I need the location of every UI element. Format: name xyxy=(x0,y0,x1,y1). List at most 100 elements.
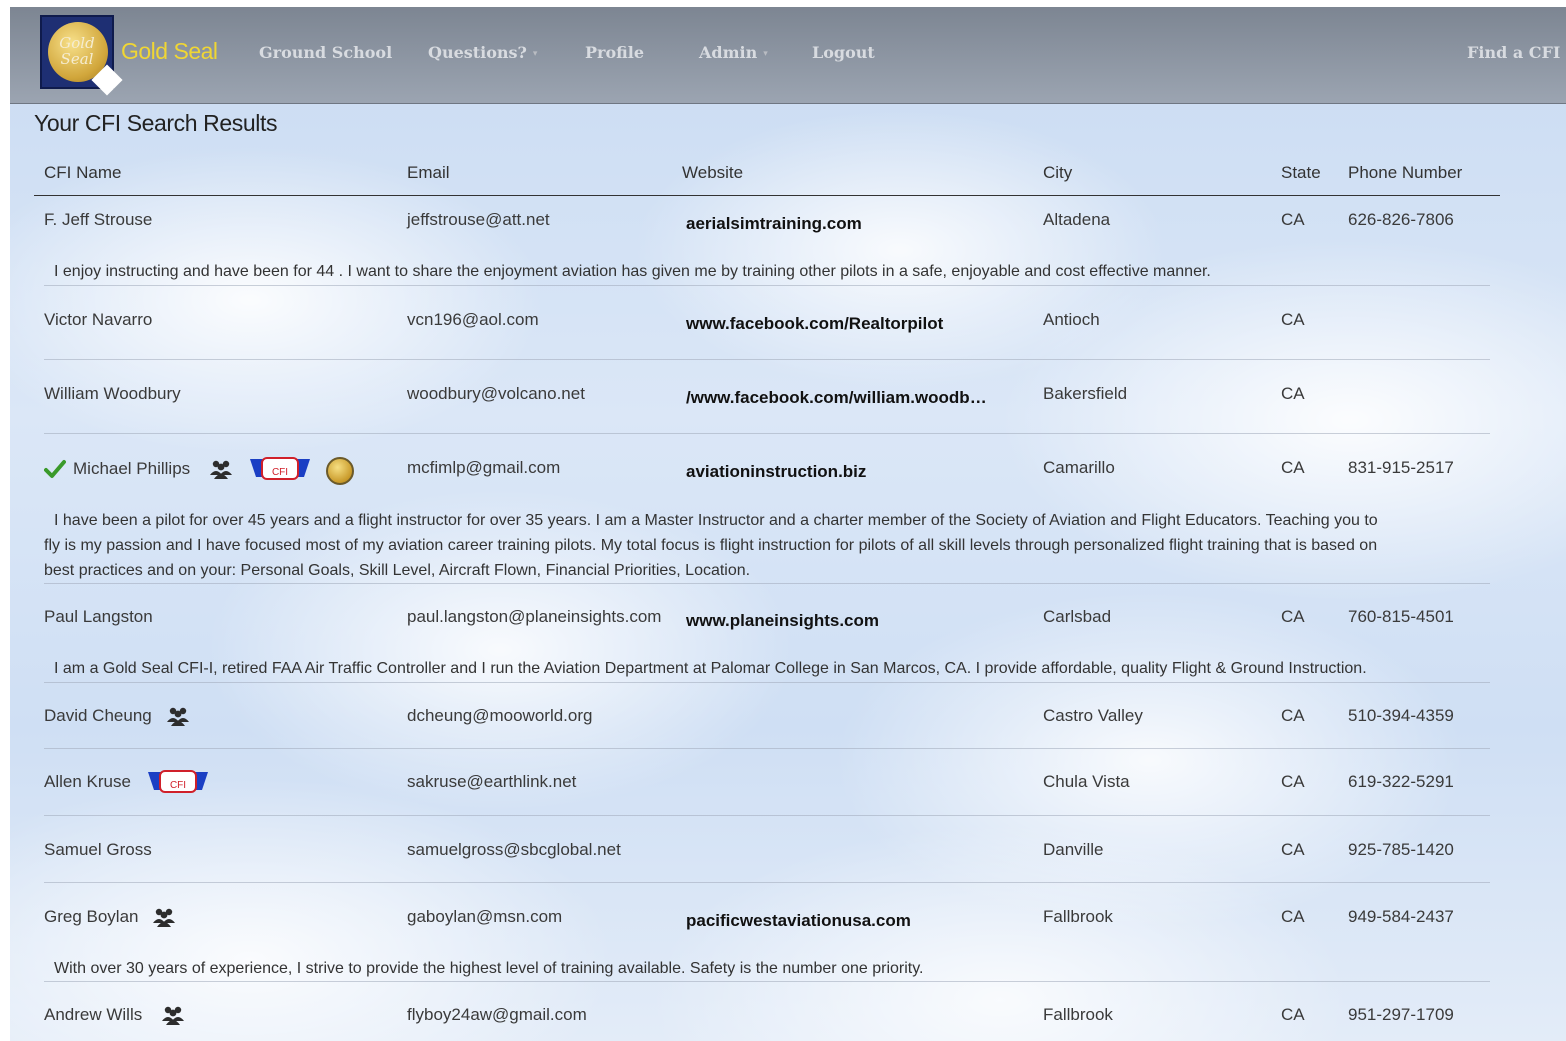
page-title: Your CFI Search Results xyxy=(34,110,278,136)
cfi-name[interactable]: Samuel Gross xyxy=(44,840,152,860)
nav-questions[interactable]: Questions? ▾ xyxy=(428,43,537,62)
cfi-description: With over 30 years of experience, I stri… xyxy=(54,960,924,977)
cfi-state: CA xyxy=(1281,384,1305,403)
master-cfi-badge-text: CFI xyxy=(170,780,186,791)
cfi-city: Danville xyxy=(1043,840,1104,859)
cfi-email[interactable]: dcheung@mooworld.org xyxy=(407,706,592,726)
nav-ground-school[interactable]: Ground School xyxy=(259,43,392,62)
cfi-phone: 510-394-4359 xyxy=(1348,706,1454,725)
cfi-state: CA xyxy=(1281,310,1305,329)
column-header-name: CFI Name xyxy=(44,163,122,182)
cfi-city: Castro Valley xyxy=(1043,706,1143,725)
column-header-phone: Phone Number xyxy=(1348,163,1463,182)
cfi-city: Antioch xyxy=(1043,310,1100,329)
cfi-city: Carlsbad xyxy=(1043,607,1112,626)
cfi-state: CA xyxy=(1281,1005,1305,1024)
window-frame-top xyxy=(0,0,1566,7)
cfi-email[interactable]: vcn196@aol.com xyxy=(407,310,539,330)
cfi-email[interactable]: gaboylan@msn.com xyxy=(407,907,562,927)
cfi-email[interactable]: jeffstrouse@att.net xyxy=(407,210,550,230)
column-header-city: City xyxy=(1043,163,1073,182)
cfi-phone: 951-297-1709 xyxy=(1348,1005,1454,1024)
cfi-city: Chula Vista xyxy=(1043,772,1130,791)
cfi-state: CA xyxy=(1281,907,1305,926)
column-header-state: State xyxy=(1281,163,1321,182)
cfi-email[interactable]: sakruse@earthlink.net xyxy=(407,772,576,792)
nav-logout-label: Logout xyxy=(812,43,875,62)
cfi-name[interactable]: David Cheung xyxy=(44,706,152,726)
cfi-state: CA xyxy=(1281,772,1305,791)
row-divider xyxy=(44,882,1490,883)
cfi-website[interactable]: aerialsimtraining.com xyxy=(686,214,862,234)
group-instructor-icon xyxy=(167,707,189,726)
nav-find-cfi[interactable]: Find a CFI xyxy=(1467,43,1560,62)
cfi-website[interactable]: www.planeinsights.com xyxy=(686,611,879,631)
cfi-city: Altadena xyxy=(1043,210,1111,229)
top-navbar: Gold Seal Gold Seal Ground School Questi… xyxy=(10,7,1566,104)
cfi-name[interactable]: William Woodbury xyxy=(44,384,181,404)
chevron-down-icon: ▾ xyxy=(763,48,768,59)
verified-check-icon xyxy=(44,460,66,478)
cfi-name[interactable]: F. Jeff Strouse xyxy=(44,210,152,230)
cfi-phone: 949-584-2437 xyxy=(1348,907,1454,926)
master-cfi-badge-text: CFI xyxy=(272,467,288,478)
cfi-website[interactable]: aviationinstruction.biz xyxy=(686,462,866,482)
cfi-name[interactable]: Allen Kruse xyxy=(44,772,131,792)
cfi-state: CA xyxy=(1281,840,1305,859)
group-instructor-icon xyxy=(153,908,175,927)
window-frame-left xyxy=(0,0,10,1041)
cfi-name[interactable]: Michael Phillips xyxy=(73,459,190,479)
gold-seal-logo[interactable]: Gold Seal xyxy=(40,15,123,96)
nav-find-cfi-label: Find a CFI xyxy=(1467,43,1561,62)
cfi-city: Camarillo xyxy=(1043,458,1115,477)
cfi-state: CA xyxy=(1281,706,1305,725)
group-instructor-icon xyxy=(210,460,232,479)
cfi-phone: 760-815-4501 xyxy=(1348,607,1454,626)
cfi-state: CA xyxy=(1281,607,1305,626)
cfi-phone: 831-915-2517 xyxy=(1348,458,1454,477)
logo-text-line1: Gold xyxy=(59,34,95,52)
cfi-phone: 925-785-1420 xyxy=(1348,840,1454,859)
chevron-down-icon: ▾ xyxy=(532,48,538,59)
group-instructor-icon xyxy=(162,1006,184,1025)
cfi-email[interactable]: samuelgross@sbcglobal.net xyxy=(407,840,621,860)
row-divider xyxy=(44,433,1490,434)
cfi-city: Fallbrook xyxy=(1043,907,1113,926)
row-divider xyxy=(44,285,1490,286)
nav-logout[interactable]: Logout xyxy=(812,43,875,62)
row-divider xyxy=(44,682,1490,683)
master-cfi-badge-icon: CFI xyxy=(250,457,310,480)
cfi-description-line: fly is my passion and I have focused mos… xyxy=(44,537,1378,554)
nav-profile[interactable]: Profile xyxy=(585,43,644,62)
nav-admin[interactable]: Admin ▾ xyxy=(699,43,768,62)
nav-admin-label: Admin xyxy=(699,43,758,62)
row-divider xyxy=(44,359,1490,360)
cfi-state: CA xyxy=(1281,458,1305,477)
cfi-email[interactable]: paul.langston@planeinsights.com xyxy=(407,607,661,627)
cfi-website[interactable]: pacificwestaviationusa.com xyxy=(686,911,911,931)
gold-seal-icon xyxy=(326,457,354,485)
cfi-phone: 619-322-5291 xyxy=(1348,772,1454,791)
cfi-email[interactable]: mcfimlp@gmail.com xyxy=(407,458,560,478)
nav-ground-school-label: Ground School xyxy=(259,43,393,62)
cfi-email[interactable]: flyboy24aw@gmail.com xyxy=(407,1005,587,1025)
cfi-website[interactable]: www.facebook.com/Realtorpilot xyxy=(686,314,943,334)
cfi-website[interactable]: /www.facebook.com/william.woodb… xyxy=(686,388,987,408)
cfi-name[interactable]: Victor Navarro xyxy=(44,310,152,330)
header-divider xyxy=(34,195,1500,196)
brand-link[interactable]: Gold Seal xyxy=(121,38,218,65)
logo-text: Gold Seal xyxy=(42,35,112,67)
logo-text-line2: Seal xyxy=(60,50,94,68)
cfi-email[interactable]: woodbury@volcano.net xyxy=(407,384,585,404)
cfi-name[interactable]: Greg Boylan xyxy=(44,907,139,927)
column-header-email: Email xyxy=(407,163,450,182)
cfi-state: CA xyxy=(1281,210,1305,229)
cfi-description-line: I have been a pilot for over 45 years an… xyxy=(54,512,1378,529)
row-divider xyxy=(44,981,1490,982)
nav-questions-label: Questions? xyxy=(428,43,527,62)
cfi-city: Bakersfield xyxy=(1043,384,1128,403)
cfi-name[interactable]: Paul Langston xyxy=(44,607,153,627)
cfi-city: Fallbrook xyxy=(1043,1005,1113,1024)
cfi-name[interactable]: Andrew Wills xyxy=(44,1005,142,1025)
nav-profile-label: Profile xyxy=(585,43,645,62)
